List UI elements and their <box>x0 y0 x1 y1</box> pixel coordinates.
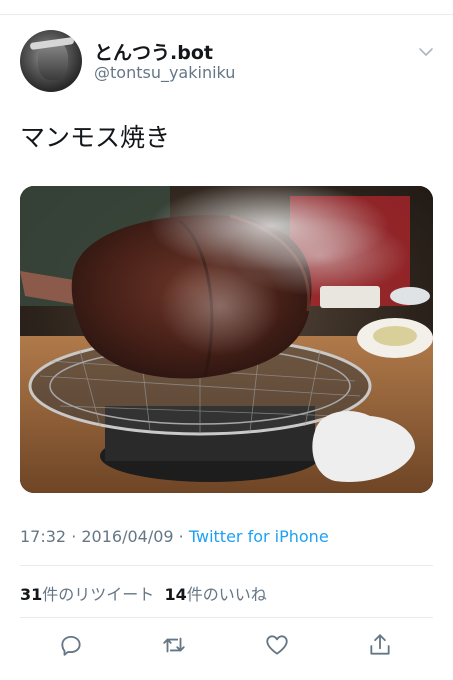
display-name[interactable]: とんつう.bot <box>94 38 213 65</box>
top-divider <box>0 14 453 15</box>
retweets-label: 件のリツイート <box>42 585 155 604</box>
avatar[interactable] <box>20 30 82 92</box>
tweet-meta: 17:32 · 2016/04/09 · Twitter for iPhone <box>20 527 329 546</box>
photo-grilled-meat <box>20 186 433 493</box>
chevron-down-icon[interactable] <box>418 44 434 60</box>
heart-icon[interactable] <box>264 632 290 658</box>
tweet-source-link[interactable]: Twitter for iPhone <box>189 527 329 546</box>
tweet-time: 17:32 <box>20 527 67 546</box>
meta-separator: · <box>66 527 82 546</box>
tweet-stats: 31件のリツイート 14件のいいね <box>20 581 267 605</box>
tweet-photo[interactable] <box>20 186 433 493</box>
tweet-text: マンモス焼き <box>20 123 171 152</box>
retweets-count: 31 <box>20 585 43 604</box>
likes-label: 件のいいね <box>186 585 267 604</box>
retweets-stat[interactable]: 31件のリツイート <box>20 585 154 604</box>
meta-separator: · <box>173 527 189 546</box>
likes-count: 14 <box>164 585 187 604</box>
likes-stat[interactable]: 14件のいいね <box>164 585 266 604</box>
user-handle[interactable]: @tontsu_yakiniku <box>94 63 235 82</box>
tweet-actions <box>0 628 453 664</box>
retweet-icon[interactable] <box>161 632 187 658</box>
reply-icon[interactable] <box>58 632 84 658</box>
divider <box>20 565 433 566</box>
tweet-header: とんつう.bot @tontsu_yakiniku <box>20 30 440 94</box>
divider <box>20 617 433 618</box>
share-icon[interactable] <box>367 632 393 658</box>
tweet-date: 2016/04/09 <box>81 527 174 546</box>
